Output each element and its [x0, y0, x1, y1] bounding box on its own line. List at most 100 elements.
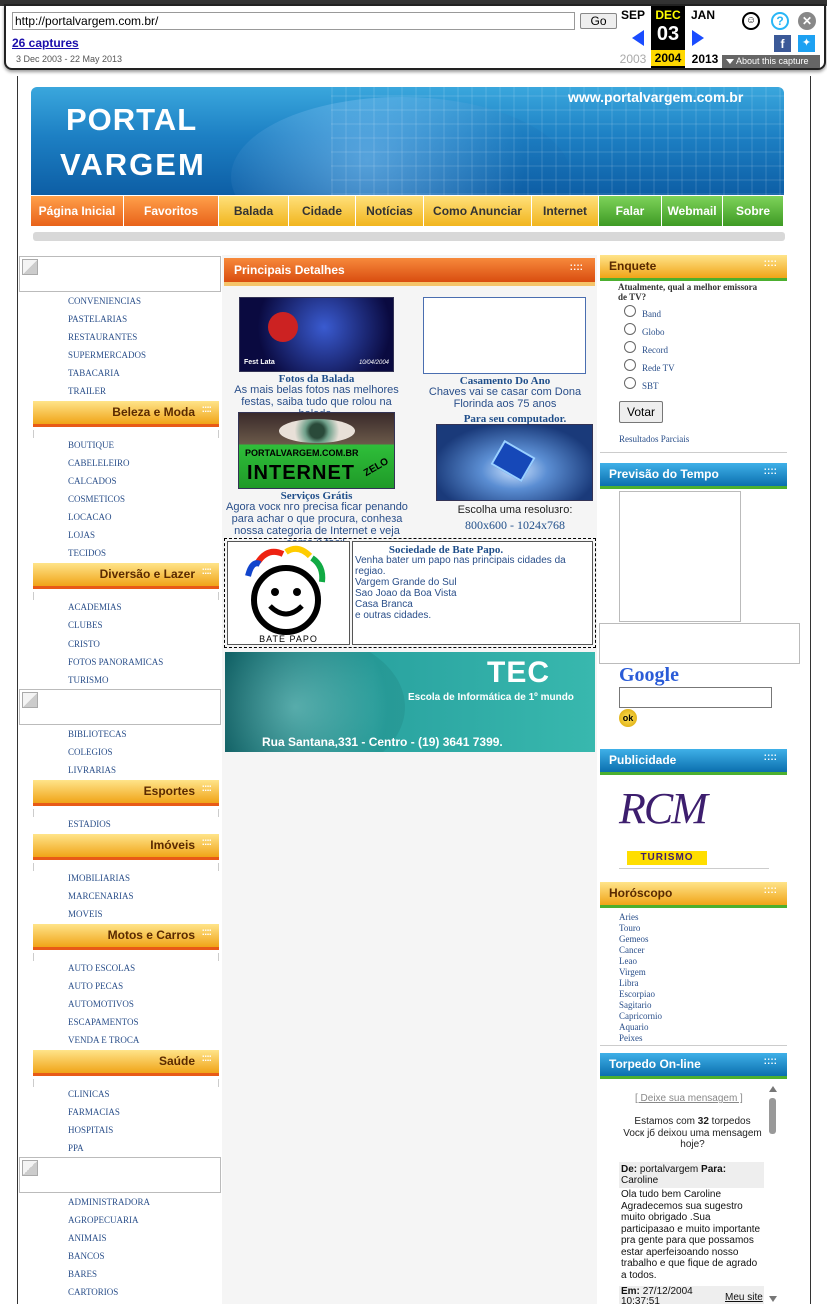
left-nav-link[interactable]: CARTORIOS — [68, 1287, 118, 1297]
vote-button[interactable]: Votar — [619, 401, 663, 423]
left-nav-link[interactable]: COLEGIOS — [68, 747, 113, 757]
left-nav-link[interactable]: BIBLIOTECAS — [68, 729, 127, 739]
bate-papo-logo[interactable]: BATE PAPO — [227, 541, 350, 645]
tempo-header: Previsão do Tempo — [600, 463, 787, 489]
nav-button[interactable]: Notícias — [356, 196, 424, 226]
wayback-next-arrow-icon[interactable] — [692, 30, 704, 46]
left-nav-link[interactable]: ESCAPAMENTOS — [68, 1017, 139, 1027]
horoscope-sign-link[interactable]: Escorpiao — [619, 989, 655, 999]
nav-button[interactable]: Internet — [532, 196, 599, 226]
left-nav-link[interactable]: BOUTIQUE — [68, 440, 114, 450]
left-nav-link[interactable]: LIVRARIAS — [68, 765, 116, 775]
nav-button[interactable]: Cidade — [289, 196, 356, 226]
left-nav-link[interactable]: TURISMO — [68, 675, 109, 685]
tec-ad-banner[interactable]: TEC Escola de Informática de 1º mundo Ru… — [225, 652, 595, 752]
twitter-icon[interactable]: ✦ — [798, 35, 815, 52]
casamento-image[interactable] — [423, 297, 586, 374]
left-nav-link[interactable]: AUTO PECAS — [68, 981, 123, 991]
left-nav-link[interactable]: ANIMAIS — [68, 1233, 107, 1243]
nav-button[interactable]: Webmail — [662, 196, 723, 226]
internet-image[interactable]: PORTALVARGEM.COM.BR INTERNET ZELO — [238, 412, 395, 489]
left-nav-link[interactable]: AUTOMOTIVOS — [68, 999, 134, 1009]
horoscope-sign-link[interactable]: Sagitario — [619, 1000, 652, 1010]
horoscope-sign-link[interactable]: Touro — [619, 923, 640, 933]
left-nav-link[interactable]: FOTOS PANORAMICAS — [68, 657, 163, 667]
wayback-url-input[interactable] — [12, 12, 575, 30]
nav-button[interactable]: Falar — [599, 196, 662, 226]
nav-button[interactable]: Sobre — [723, 196, 784, 226]
google-search-input[interactable] — [619, 687, 772, 708]
nav-button[interactable]: Como Anunciar — [424, 196, 532, 226]
nav-button[interactable]: Página Inicial — [31, 196, 124, 226]
wayback-prev-arrow-icon[interactable] — [632, 30, 644, 46]
left-nav-link[interactable]: TABACARIA — [68, 368, 120, 378]
rcm-ad[interactable]: RCM TURISMO — [619, 779, 721, 865]
horoscope-sign-link[interactable]: Gemeos — [619, 934, 649, 944]
left-nav-link[interactable]: MOVEIS — [68, 909, 103, 919]
left-nav-link[interactable]: ESTADIOS — [68, 819, 111, 829]
left-nav-link[interactable]: CABELELEIRO — [68, 458, 130, 468]
message-site-link[interactable]: Meu site — [725, 1292, 763, 1303]
left-nav-link[interactable]: BARES — [68, 1269, 97, 1279]
left-nav-link[interactable]: IMOBILIARIAS — [68, 873, 130, 883]
horoscope-sign-link[interactable]: Libra — [619, 978, 639, 988]
facebook-icon[interactable]: f — [774, 35, 791, 52]
horoscope-sign-link[interactable]: Virgem — [619, 967, 646, 977]
left-nav-link[interactable]: VENDA E TROCA — [68, 1035, 139, 1045]
horoscope-sign-link[interactable]: Aquario — [619, 1022, 649, 1032]
torpedo-link[interactable]: [ Deixe sua mensagem ] — [635, 1093, 743, 1104]
left-nav-link[interactable]: PPA — [68, 1143, 84, 1153]
left-nav-link[interactable]: MARCENARIAS — [68, 891, 134, 901]
nav-button[interactable]: Balada — [219, 196, 289, 226]
wayback-prev-month[interactable]: SEP — [613, 8, 653, 22]
wayback-captures-link[interactable]: 26 captures — [12, 36, 79, 50]
res-800-link[interactable]: 800x600 — [465, 518, 507, 532]
horoscope-sign-link[interactable]: Cancer — [619, 945, 644, 955]
left-nav-link[interactable]: FARMACIAS — [68, 1107, 120, 1117]
balada-photo[interactable]: Fest Lata 10/04/2004 — [239, 297, 394, 372]
left-nav-link[interactable]: ADMINISTRADORA — [68, 1197, 150, 1207]
poll-radio[interactable] — [624, 377, 636, 389]
left-nav-link[interactable]: AUTO ESCOLAS — [68, 963, 135, 973]
left-nav-link[interactable]: AGROPECUARIA — [68, 1215, 139, 1225]
left-nav-link[interactable]: CALCADOS — [68, 476, 117, 486]
left-nav-link[interactable]: LOCACAO — [68, 512, 112, 522]
horoscope-sign-link[interactable]: Aries — [619, 912, 639, 922]
scroll-down-icon[interactable] — [769, 1296, 777, 1302]
wallpaper-image[interactable] — [436, 424, 593, 501]
left-nav-link[interactable]: PASTELARIAS — [68, 314, 127, 324]
left-nav-link[interactable]: CRISTO — [68, 639, 100, 649]
about-capture-button[interactable]: About this capture — [722, 55, 820, 68]
scroll-thumb[interactable] — [769, 1098, 776, 1134]
poll-radio[interactable] — [624, 359, 636, 371]
horoscope-sign-link[interactable]: Capricornio — [619, 1011, 662, 1021]
left-nav-link[interactable]: BANCOS — [68, 1251, 105, 1261]
nav-button[interactable]: Favoritos — [124, 196, 219, 226]
scroll-up-icon[interactable] — [769, 1086, 777, 1092]
left-nav-link[interactable]: SUPERMERCADOS — [68, 350, 146, 360]
google-ok-button[interactable]: ok — [619, 709, 637, 727]
poll-radio[interactable] — [624, 305, 636, 317]
close-icon[interactable]: ✕ — [798, 12, 816, 30]
left-nav-link[interactable]: LOJAS — [68, 530, 95, 540]
left-nav-link[interactable]: CONVENIENCIAS — [68, 296, 141, 306]
left-nav-link[interactable]: TRAILER — [68, 386, 106, 396]
res-1024-link[interactable]: 1024x768 — [517, 518, 565, 532]
left-nav-link[interactable]: TECIDOS — [68, 548, 106, 558]
horoscope-sign-link[interactable]: Peixes — [619, 1033, 643, 1043]
wayback-next-month[interactable]: JAN — [683, 8, 723, 22]
left-nav-link[interactable]: CLINICAS — [68, 1089, 110, 1099]
left-nav-link[interactable]: RESTAURANTES — [68, 332, 137, 342]
left-nav-link[interactable]: COSMETICOS — [68, 494, 125, 504]
wayback-go-button[interactable]: Go — [580, 13, 617, 29]
left-nav-link[interactable]: HOSPITAIS — [68, 1125, 113, 1135]
results-link[interactable]: Resultados Parciais — [619, 434, 689, 444]
help-icon[interactable]: ? — [771, 12, 789, 30]
poll-radio[interactable] — [624, 341, 636, 353]
torpedo-scrollbar[interactable] — [768, 1086, 778, 1304]
poll-radio[interactable] — [624, 323, 636, 335]
user-icon[interactable]: ☺ — [742, 12, 760, 30]
left-nav-link[interactable]: CLUBES — [68, 620, 103, 630]
horoscope-sign-link[interactable]: Leao — [619, 956, 637, 966]
left-nav-link[interactable]: ACADEMIAS — [68, 602, 122, 612]
